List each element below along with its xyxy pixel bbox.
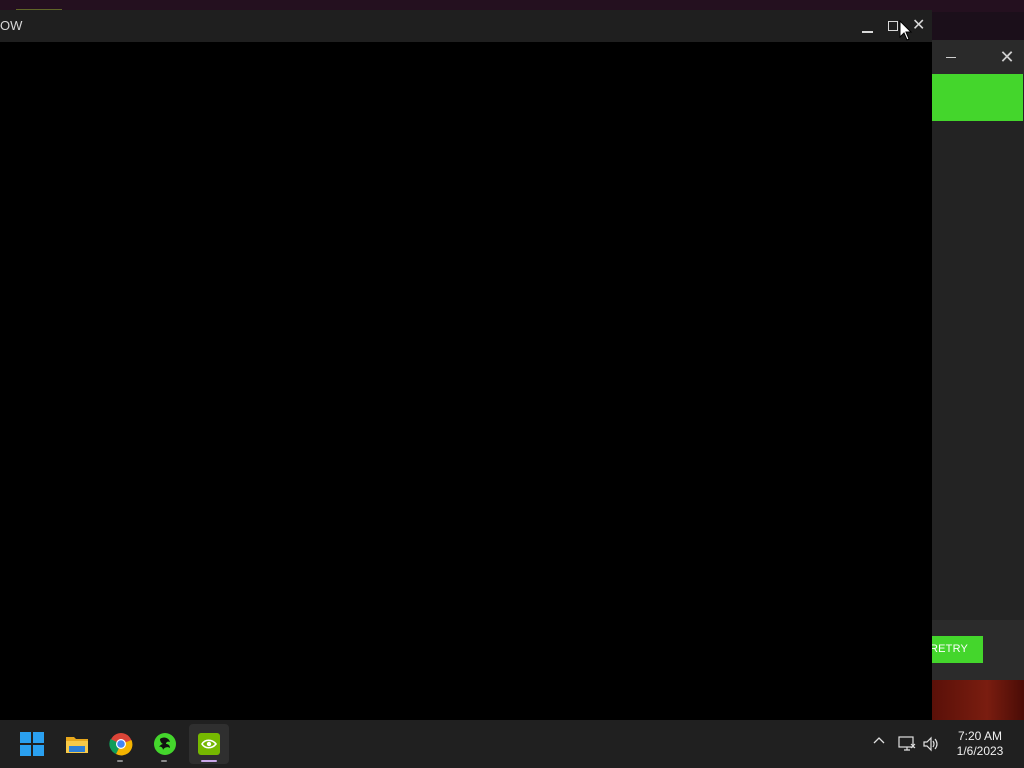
active-indicator (201, 760, 217, 762)
green-banner (932, 74, 1023, 121)
clock-date: 1/6/2023 (956, 744, 1004, 758)
back-close-icon[interactable]: ✕ (990, 40, 1024, 74)
razer-background-window[interactable]: ✕ RETRY (928, 40, 1024, 720)
main-content-area[interactable] (0, 42, 932, 720)
running-indicator (117, 760, 123, 762)
mouse-cursor-icon (899, 20, 913, 41)
minimize-icon (862, 31, 873, 33)
back-minimize-icon[interactable] (946, 57, 956, 58)
network-icon[interactable] (898, 736, 916, 752)
taskbar-razer[interactable] (145, 724, 185, 764)
taskbar-file-explorer[interactable] (57, 724, 97, 764)
main-window[interactable]: OW ✕ (0, 10, 932, 720)
start-button[interactable] (12, 724, 52, 764)
running-indicator (161, 760, 167, 762)
file-explorer-icon (66, 737, 88, 753)
main-window-titlebar[interactable]: OW ✕ (0, 10, 932, 42)
taskbar-clock[interactable]: 7:20 AM 1/6/2023 (948, 729, 1012, 759)
maximize-icon (888, 21, 898, 31)
show-hidden-icons-chevron-icon[interactable] (870, 734, 888, 752)
nvidia-icon (198, 733, 220, 755)
back-window-titlebar[interactable]: ✕ (930, 40, 1024, 74)
razer-icon (154, 733, 176, 755)
clock-time: 7:20 AM (957, 729, 1003, 743)
taskbar-chrome[interactable] (101, 724, 141, 764)
volume-icon[interactable] (922, 736, 940, 752)
minimize-button[interactable] (854, 10, 880, 42)
close-icon: ✕ (912, 17, 926, 34)
red-image-area (932, 680, 1024, 720)
retry-button[interactable]: RETRY (928, 636, 983, 663)
taskbar-nvidia[interactable] (189, 724, 229, 764)
windows-start-icon (20, 732, 44, 756)
chrome-icon (109, 733, 133, 756)
window-title: OW (0, 18, 23, 33)
